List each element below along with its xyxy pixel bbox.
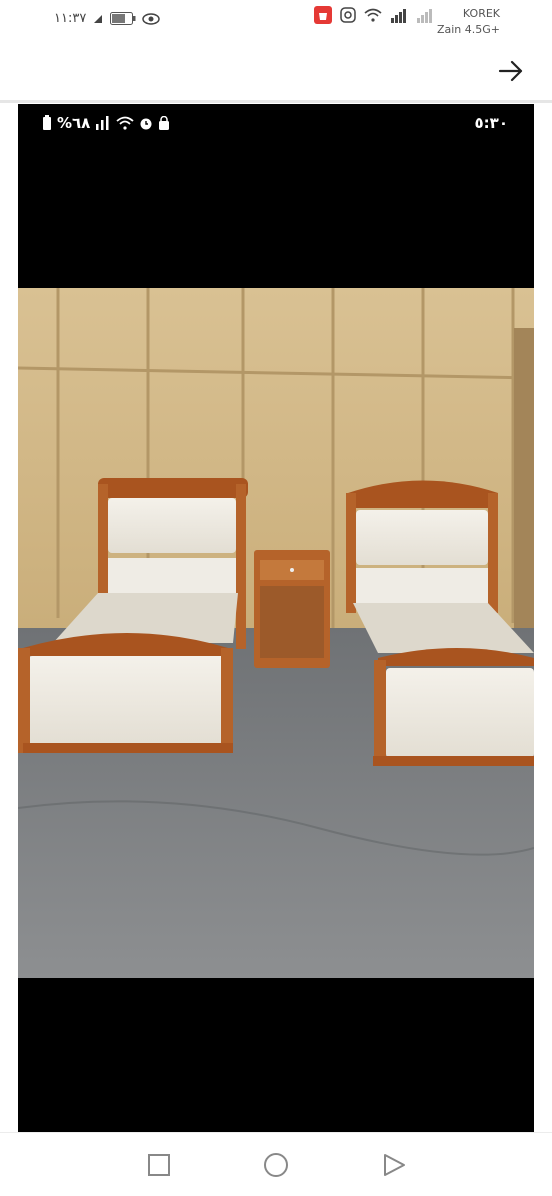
signal-icon — [391, 9, 406, 23]
back-triangle-icon[interactable] — [380, 1151, 408, 1179]
divider — [0, 100, 552, 103]
navigation-bar — [0, 1132, 552, 1196]
wifi-icon — [116, 116, 134, 130]
image-status-time: ٥:٣٠ — [474, 114, 508, 132]
status-bar: ١١:٣٧ KOREK Zain 4.5G+ — [0, 0, 552, 44]
lock-icon — [159, 116, 170, 130]
home-circle-icon[interactable] — [262, 1151, 290, 1179]
battery-icon — [110, 12, 136, 25]
arrow-right-icon[interactable] — [498, 60, 524, 82]
beds-photo — [18, 288, 534, 978]
dnd-icon — [94, 14, 103, 23]
eye-icon — [142, 12, 161, 25]
signal-icon — [96, 116, 109, 130]
instagram-icon — [340, 7, 356, 23]
no-signal-icon — [417, 9, 432, 23]
status-left: ١١:٣٧ — [54, 11, 161, 26]
nightstand — [254, 550, 330, 668]
alarm-icon — [140, 118, 152, 130]
recents-square-icon[interactable] — [145, 1151, 173, 1179]
carrier-name: KOREK — [462, 7, 500, 20]
toolbar — [0, 44, 552, 100]
shared-image[interactable]: %٦٨ ٥:٣٠ — [18, 104, 534, 1132]
carrier-info: KOREK Zain 4.5G+ — [437, 6, 500, 38]
shopping-app-icon — [314, 6, 332, 24]
carrier-network: Zain 4.5G+ — [436, 23, 500, 36]
status-right — [314, 6, 434, 24]
battery-icon — [43, 115, 51, 130]
status-time: ١١:٣٧ — [54, 11, 87, 26]
wifi-icon — [364, 8, 382, 22]
image-battery-percent: %٦٨ — [57, 114, 91, 132]
image-status-left: %٦٨ — [42, 114, 170, 132]
image-status-bar: %٦٨ ٥:٣٠ — [18, 104, 534, 144]
